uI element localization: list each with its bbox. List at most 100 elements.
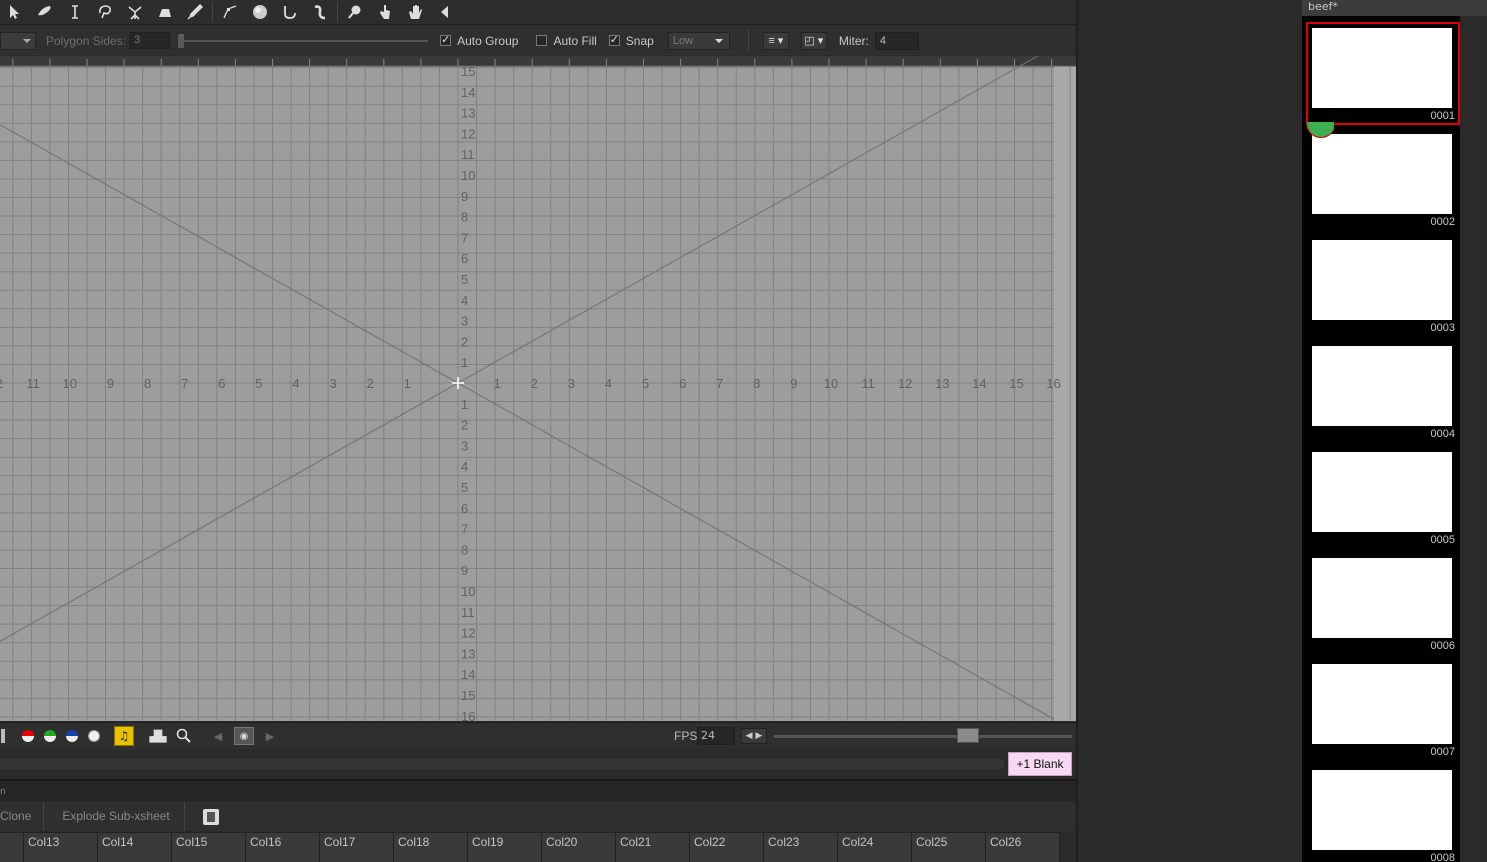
column-header[interactable]: Col18 [394,833,468,862]
ruler-y-label: 7 [461,522,468,537]
ruler-x-label: 4 [292,376,299,391]
iron-tool-icon[interactable] [150,1,180,23]
column-header[interactable]: Col21 [616,833,690,862]
ruler-x-label: 2 [367,376,374,391]
prev-frame-button[interactable]: ◀ [208,727,228,745]
viewer-canvas[interactable]: 1211109876543211234567891011121314151615… [0,56,1076,721]
toolbar-separator [212,2,213,22]
fps-field[interactable]: 24 [697,727,735,745]
column-header[interactable]: Col19 [468,833,542,862]
frame-slider-track[interactable] [774,735,1072,738]
cap-style-button[interactable]: ≡ ▾ [762,31,789,50]
column-header[interactable]: Col26 [986,833,1060,862]
ruler-y-label: 1 [461,355,468,370]
selected-frame-outline [1306,22,1460,125]
histogram-icon: ▟▙ [149,729,167,743]
xsheet-column-headers: Col13 Col14 Col15 Col16 Col17 Col18 Col19 Col20… [0,832,1060,862]
frame-number: 0007 [1430,746,1455,758]
frame-thumbnail[interactable] [1312,770,1452,850]
column-header[interactable]: Col20 [542,833,616,862]
column-header[interactable]: Col25 [912,833,986,862]
polygon-sides-slider[interactable] [178,33,429,48]
blue-channel-button[interactable] [62,727,82,745]
frame-thumbnail[interactable] [1312,558,1452,638]
frame-slider-knob[interactable] [956,728,979,743]
polygon-sides-slider-knob[interactable] [178,33,185,48]
column-header[interactable]: Col14 [98,833,172,862]
pin-button[interactable]: ◉ [234,727,254,745]
column-header[interactable]: Col24 [838,833,912,862]
column-header-stub[interactable] [0,833,24,862]
ruler-y-label: 4 [461,459,468,474]
frame-thumbnail[interactable] [1312,664,1452,744]
fps-stepper[interactable]: ◀ ▶ [741,728,767,744]
level-strip-scrollbar[interactable] [1460,16,1487,862]
control-point-tool-icon[interactable] [215,1,245,23]
hand-tool-icon[interactable] [400,1,430,23]
red-channel-button[interactable] [18,727,38,745]
navigation-bar: +1 Blank [0,750,1076,778]
snap-sensitivity-dropdown[interactable]: Low [667,31,730,50]
app-window: Polygon Sides: 3 Auto Group Auto Fill Sn… [0,0,1487,862]
finger-tool-icon[interactable] [370,1,400,23]
matte-channel-button[interactable] [84,727,104,745]
column-header[interactable]: Col22 [690,833,764,862]
column-header[interactable]: Col17 [320,833,394,862]
onion-skin-marker[interactable] [1306,122,1334,142]
bender-tool-icon[interactable] [275,1,305,23]
pin-icon: ◉ [239,730,249,742]
collapse-arrow-icon[interactable] [430,1,460,23]
auto-group-label: Auto Group [457,33,519,48]
lasso-tool-icon[interactable] [90,1,120,23]
brush-tool-icon[interactable] [30,1,60,23]
frame-thumbnail[interactable] [1312,134,1452,214]
ruler-x-label: 8 [753,376,760,391]
fps-label: FPS [674,729,698,743]
zoom-tool-icon[interactable] [340,1,370,23]
clipboard-icon[interactable] [202,808,219,825]
fps-stepper-icon: ◀ ▶ [745,731,763,741]
join-style-button[interactable]: ◰ ▾ [800,31,827,50]
polygon-sides-field[interactable]: 3 [130,32,171,49]
auto-fill-checkbox[interactable]: Auto Fill [536,34,597,48]
type-tool-icon[interactable] [60,1,90,23]
green-channel-button[interactable] [40,727,60,745]
shape-type-combo[interactable] [0,31,36,50]
ruler-x-label: 10 [63,376,77,391]
miter-field[interactable]: 4 [874,31,919,50]
ruler-x-label: 5 [255,376,262,391]
ruler-y-label: 9 [461,189,468,204]
frame-thumbnail[interactable] [1312,346,1452,426]
histogram-button[interactable]: ▟▙ [148,727,168,745]
auto-group-checkbox[interactable]: Auto Group [440,33,519,48]
ruler-x-label: 3 [329,376,336,391]
green-channel-icon [44,730,56,742]
cap-style-icon: ≡ ▾ [768,35,784,47]
ruler-x-label: 6 [679,376,686,391]
pump-tool-icon[interactable] [305,1,335,23]
frame-thumbnail[interactable] [1312,452,1452,532]
navigation-track[interactable] [0,759,1004,769]
auto-fill-check-icon [536,35,548,46]
empty-panel [1076,0,1302,862]
column-header[interactable]: Col23 [764,833,838,862]
column-header[interactable]: Col13 [24,833,98,862]
ruler-y-label: 11 [461,605,475,620]
snap-checkbox[interactable]: Snap [608,33,654,48]
skeleton-tool-icon[interactable] [120,1,150,23]
clone-button[interactable]: Clone [0,802,45,831]
locator-button[interactable] [174,727,194,745]
sound-button[interactable]: ♫ [114,726,134,746]
next-frame-button[interactable]: ▶ [260,727,280,745]
column-header[interactable]: Col16 [246,833,320,862]
fill-tool-icon[interactable] [245,1,275,23]
selection-tool-icon[interactable] [0,1,30,23]
level-strip: beef* 0001 0002 0003 0004 0005 0006 0007 0008 [1302,0,1487,862]
column-header[interactable]: Col15 [172,833,246,862]
ruler-y-label: 15 [461,64,475,79]
pen-tool-icon[interactable] [180,1,210,23]
explode-subxsheet-button[interactable]: Explode Sub-xsheet [44,802,185,831]
add-blank-button[interactable]: +1 Blank [1008,752,1072,776]
stub-button[interactable] [0,727,6,745]
frame-thumbnail[interactable] [1312,240,1452,320]
